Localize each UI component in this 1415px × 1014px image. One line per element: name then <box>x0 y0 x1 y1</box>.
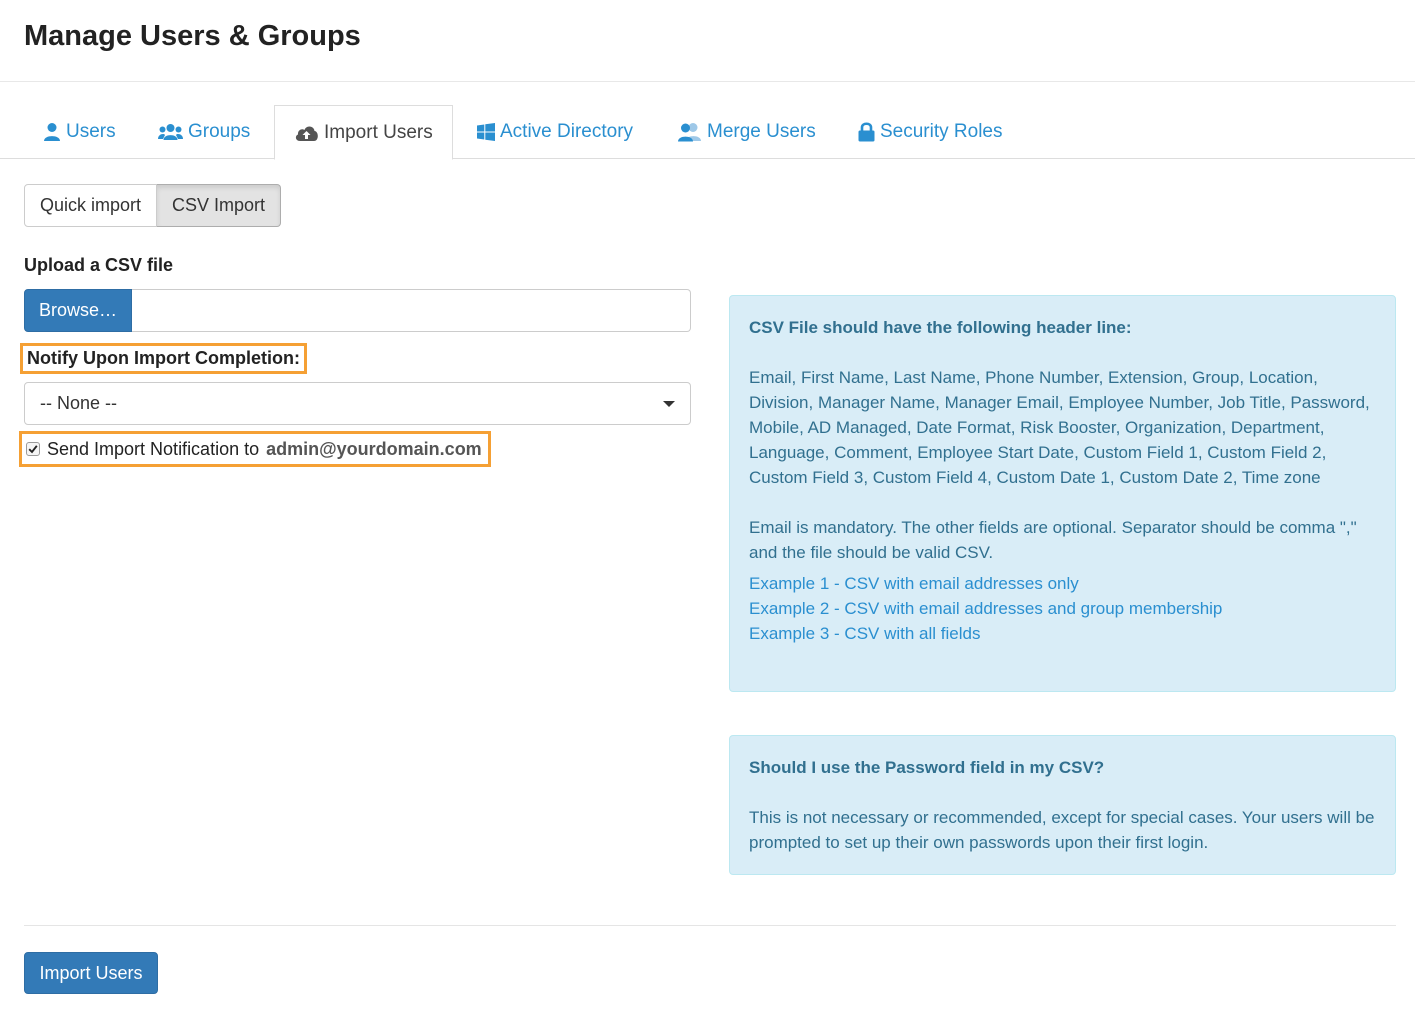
tab-bar: Users Groups Import Users Active Directo… <box>0 105 1415 160</box>
quick-import-button[interactable]: Quick import <box>24 184 158 227</box>
windows-icon <box>477 123 495 141</box>
tab-import-users-label: Import Users <box>324 121 433 143</box>
tab-merge-users[interactable]: Merge Users <box>677 105 816 159</box>
notify-select-value: -- None -- <box>40 393 118 413</box>
file-upload-row: Browse… <box>24 289 691 332</box>
tab-security-roles-label: Security Roles <box>880 121 1003 142</box>
check-icon <box>28 445 38 454</box>
csv-header-note: Email is mandatory. The other fields are… <box>749 518 1357 562</box>
form-divider <box>24 925 1396 926</box>
send-notification-row: Send Import Notification to admin@yourdo… <box>19 431 491 467</box>
tab-merge-users-label: Merge Users <box>707 121 816 142</box>
tab-security-roles[interactable]: Security Roles <box>858 105 1003 159</box>
user-icon <box>43 122 61 142</box>
file-path-input[interactable] <box>132 289 691 332</box>
notify-label: Notify Upon Import Completion: <box>20 343 307 374</box>
lock-icon <box>858 122 875 142</box>
page-title: Manage Users & Groups <box>24 20 361 52</box>
users-icon <box>158 123 183 141</box>
tab-users-label: Users <box>66 121 116 142</box>
csv-header-fields: Email, First Name, Last Name, Phone Numb… <box>749 368 1370 487</box>
example-2-link[interactable]: Example 2 - CSV with email addresses and… <box>749 596 1376 621</box>
tab-active-directory[interactable]: Active Directory <box>477 105 633 159</box>
tab-import-users[interactable]: Import Users <box>274 105 453 160</box>
tab-active-directory-label: Active Directory <box>500 121 634 142</box>
send-notification-checkbox[interactable] <box>26 442 40 456</box>
password-info-text: This is not necessary or recommended, ex… <box>749 808 1375 852</box>
browse-button[interactable]: Browse… <box>24 289 132 332</box>
csv-header-info-title: CSV File should have the following heade… <box>749 318 1132 337</box>
password-info-title: Should I use the Password field in my CS… <box>749 758 1105 777</box>
cloud-upload-icon <box>294 124 319 142</box>
csv-header-info-panel: CSV File should have the following heade… <box>729 295 1396 692</box>
example-3-link[interactable]: Example 3 - CSV with all fields <box>749 621 1376 646</box>
example-1-link[interactable]: Example 1 - CSV with email addresses onl… <box>749 571 1376 596</box>
caret-down-icon <box>663 401 675 407</box>
send-notification-label: Send Import Notification to <box>47 438 260 459</box>
notification-email: admin@yourdomain.com <box>266 438 482 459</box>
merge-users-icon <box>677 122 702 142</box>
tab-groups-label: Groups <box>188 121 251 142</box>
title-divider <box>0 81 1415 82</box>
password-info-panel: Should I use the Password field in my CS… <box>729 735 1396 875</box>
tab-groups[interactable]: Groups <box>158 105 250 159</box>
import-users-button[interactable]: Import Users <box>24 952 158 994</box>
csv-import-button[interactable]: CSV Import <box>157 184 282 227</box>
notify-select[interactable]: -- None -- <box>24 382 691 425</box>
upload-csv-label: Upload a CSV file <box>24 255 174 275</box>
import-mode-toggle: Quick import CSV Import <box>24 184 282 227</box>
csv-examples-list: Example 1 - CSV with email addresses onl… <box>749 571 1376 646</box>
tab-users[interactable]: Users <box>43 105 116 159</box>
